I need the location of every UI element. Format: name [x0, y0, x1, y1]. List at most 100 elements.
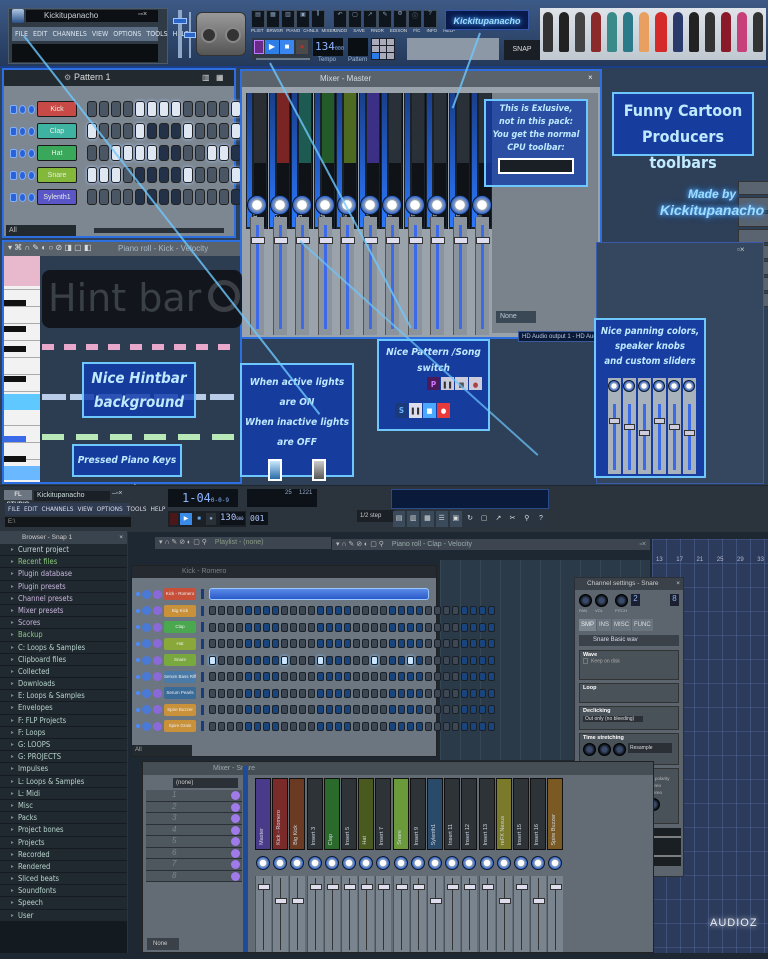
step-button[interactable] [99, 145, 109, 161]
step-button[interactable] [335, 622, 342, 632]
step-button[interactable] [425, 639, 432, 648]
step-button[interactable] [326, 721, 333, 731]
cut-button[interactable]: ✂ [506, 511, 519, 527]
step-button[interactable] [308, 672, 315, 681]
step-button[interactable] [207, 101, 217, 117]
step-button[interactable] [407, 622, 414, 632]
step-button[interactable] [219, 189, 229, 205]
step-button[interactable] [434, 622, 441, 632]
step-button[interactable] [380, 655, 387, 665]
step-button[interactable] [353, 622, 360, 632]
mixer-none-select[interactable]: None [147, 938, 179, 950]
step-button[interactable] [209, 688, 216, 698]
step-button[interactable] [335, 688, 342, 698]
browser-title[interactable]: Browser - Snap 1 [22, 534, 72, 541]
step-button[interactable] [452, 705, 459, 714]
step-button[interactable] [171, 145, 181, 161]
step-button[interactable] [434, 721, 441, 731]
step-button[interactable] [159, 167, 169, 183]
volume-knob[interactable] [153, 622, 162, 632]
tab-ins[interactable]: INS [597, 619, 612, 631]
browser-item[interactable]: Project bones [0, 824, 127, 837]
step-button[interactable] [443, 639, 450, 648]
step-button[interactable] [254, 721, 261, 731]
volume-fader[interactable] [461, 876, 478, 952]
step-button[interactable] [245, 705, 252, 714]
step-button[interactable] [461, 705, 468, 714]
step-button[interactable] [171, 101, 181, 117]
step-button[interactable] [362, 672, 369, 681]
step-button[interactable] [111, 167, 121, 183]
volume-fader[interactable] [392, 876, 409, 952]
step-button[interactable] [380, 672, 387, 681]
browser-item[interactable]: Envelopes [0, 702, 127, 715]
step-button[interactable] [479, 721, 486, 731]
browser-item[interactable]: F: Loops [0, 726, 127, 739]
step-button[interactable] [281, 672, 288, 681]
browser-button[interactable]: ▣ [449, 511, 462, 527]
step-button[interactable] [317, 672, 324, 681]
step-button[interactable] [389, 622, 396, 632]
step-button[interactable] [290, 622, 297, 632]
step-button[interactable] [407, 721, 414, 731]
channel-rack-title[interactable]: Kick - Romero [182, 568, 226, 575]
pan-knob[interactable] [393, 856, 408, 870]
step-button[interactable] [452, 606, 459, 615]
step-button[interactable] [123, 101, 133, 117]
browser-item[interactable]: Speech [0, 897, 127, 910]
step-button[interactable] [299, 721, 306, 731]
master-pitch-handle[interactable] [184, 32, 196, 38]
channels-button[interactable]: ▦ [421, 511, 434, 527]
step-button[interactable] [111, 189, 121, 205]
step-button[interactable] [371, 606, 378, 615]
mixer-track[interactable]: Insert 15 [513, 778, 529, 850]
pan-knob[interactable] [142, 705, 151, 714]
window-controls[interactable]: ▫▫× [138, 11, 158, 21]
step-button[interactable] [389, 655, 396, 665]
step-button[interactable] [326, 639, 333, 648]
step-button[interactable] [335, 639, 342, 648]
window-controls-right[interactable]: ▫× [737, 245, 745, 254]
step-button[interactable] [236, 672, 243, 681]
mute-toggle[interactable] [136, 691, 140, 695]
fc-button[interactable]: Φ [393, 10, 407, 28]
step-button[interactable] [209, 721, 216, 731]
step-button[interactable] [461, 622, 468, 632]
step-button[interactable] [236, 639, 243, 648]
step-button[interactable] [308, 606, 315, 615]
song-mode-button[interactable]: S [395, 403, 408, 418]
channel-button[interactable]: Clap [164, 621, 196, 633]
volume-fader[interactable] [358, 876, 375, 952]
pan-knob[interactable] [142, 606, 151, 615]
step-button[interactable] [308, 688, 315, 698]
volume-fader[interactable] [341, 876, 357, 952]
step-button[interactable] [488, 721, 495, 731]
step-button[interactable] [389, 639, 396, 648]
mixer-track[interactable]: Insert 11 [444, 778, 461, 850]
help-button[interactable]: ? [534, 511, 548, 527]
step-button[interactable] [380, 622, 387, 632]
step-button[interactable] [452, 672, 459, 681]
pan-knob[interactable] [359, 856, 374, 870]
channel-select-light[interactable] [201, 622, 204, 632]
browser-item[interactable]: Clipboard files [0, 653, 127, 666]
undo-button[interactable]: ↻ [463, 511, 477, 527]
pan-knob[interactable] [496, 856, 511, 870]
step-button[interactable] [111, 123, 121, 139]
step-button[interactable] [317, 622, 324, 632]
pan-knob[interactable] [142, 672, 151, 681]
step-button[interactable] [452, 639, 459, 648]
volume-knob[interactable] [153, 589, 162, 599]
mute-toggle[interactable] [136, 641, 140, 646]
step-button[interactable] [362, 705, 369, 714]
browser-item[interactable]: Plugin presets [0, 580, 127, 593]
step-button[interactable] [207, 189, 217, 205]
browser-item[interactable]: C: Loops & Samples [0, 641, 127, 654]
step-button[interactable] [87, 145, 97, 161]
stop-button-on[interactable]: ■ [423, 403, 436, 418]
step-button[interactable] [371, 655, 378, 665]
step-button[interactable] [425, 606, 432, 615]
close-icon[interactable]: × [119, 531, 123, 544]
step-button[interactable] [452, 688, 459, 698]
pan-knob[interactable] [410, 856, 425, 870]
